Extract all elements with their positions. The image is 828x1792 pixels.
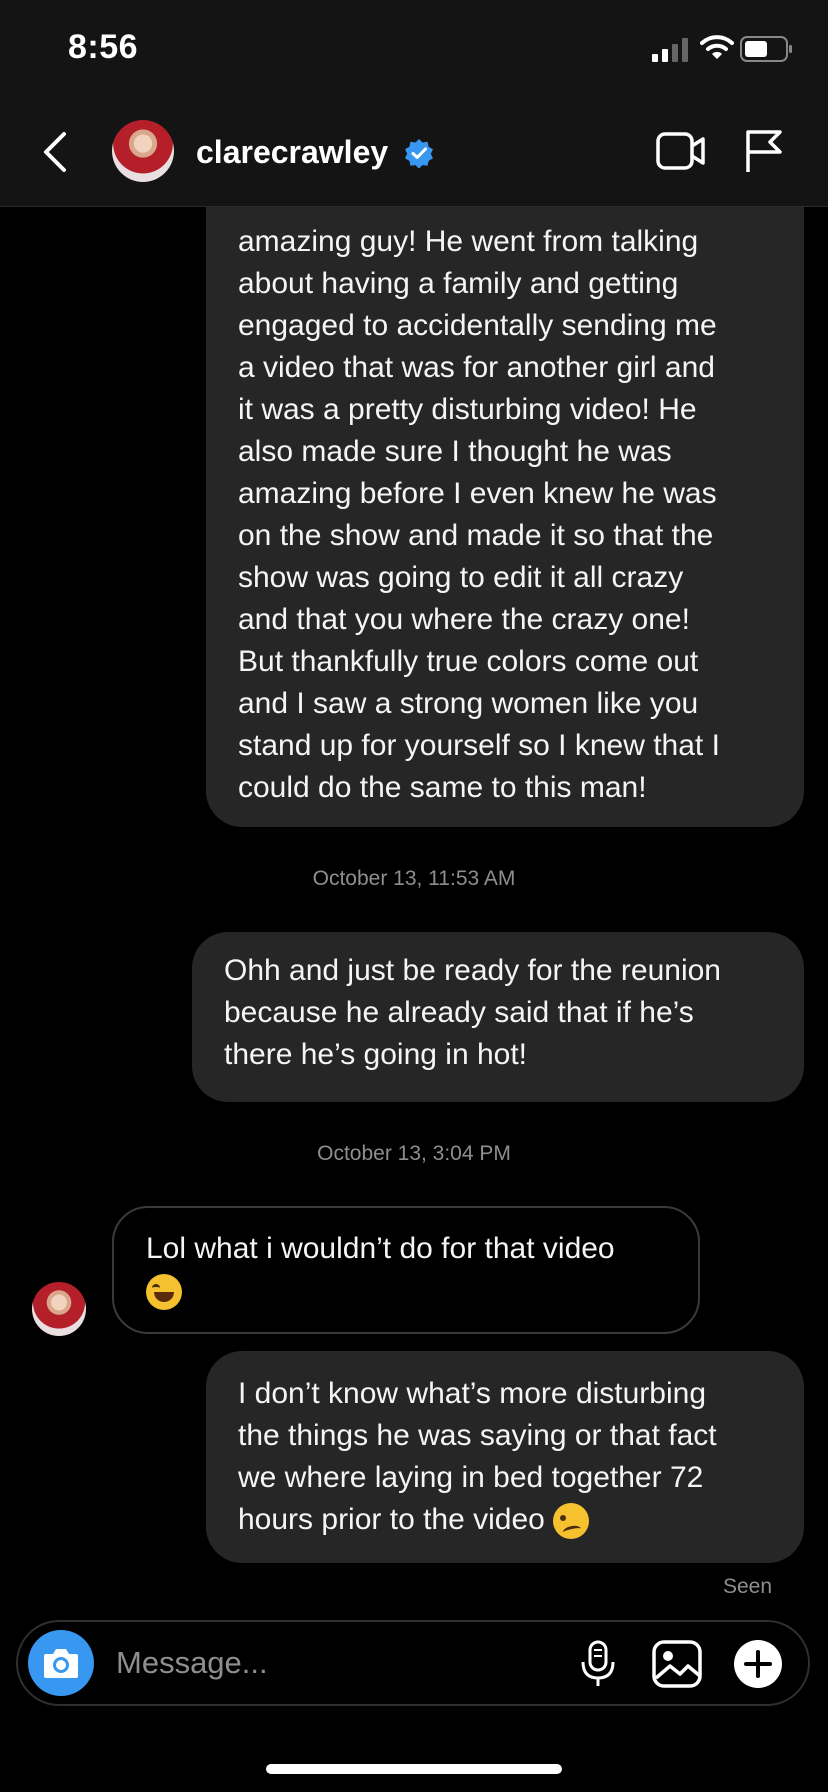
sender-avatar[interactable] — [32, 1282, 86, 1336]
contact-name[interactable]: clarecrawley — [196, 134, 388, 171]
camera-icon — [44, 1649, 78, 1678]
home-indicator[interactable] — [266, 1764, 562, 1774]
plus-icon — [744, 1650, 772, 1678]
video-call-icon[interactable] — [656, 130, 706, 172]
message-bubble-outgoing[interactable]: amazing guy! He went from talking about … — [206, 207, 804, 827]
message-text: Lol what i wouldn’t do for that video — [146, 1232, 615, 1265]
microphone-icon[interactable] — [580, 1640, 616, 1688]
message-thread[interactable]: amazing guy! He went from talking about … — [0, 207, 828, 1617]
avatar[interactable] — [112, 120, 174, 182]
battery-icon — [740, 36, 792, 62]
message-composer — [16, 1620, 810, 1706]
woozy-face-icon — [553, 1503, 590, 1540]
add-button[interactable] — [734, 1640, 782, 1688]
chevron-left-icon[interactable] — [40, 130, 70, 174]
status-bar: 8:56 — [0, 0, 828, 100]
status-time: 8:56 — [68, 28, 139, 66]
wifi-icon — [700, 35, 734, 59]
message-bubble-outgoing[interactable]: I don’t know what’s more disturbing the … — [206, 1351, 804, 1563]
chat-header: clarecrawley — [0, 100, 828, 207]
verified-badge-icon — [405, 139, 433, 168]
signal-icon — [652, 38, 688, 62]
message-bubble-incoming[interactable]: Lol what i wouldn’t do for that video — [112, 1206, 700, 1334]
message-text: Ohh and just be ready for the reunion be… — [224, 954, 721, 1071]
flag-icon[interactable] — [744, 128, 784, 174]
message-input[interactable] — [114, 1640, 498, 1686]
camera-button[interactable] — [28, 1630, 94, 1696]
gallery-icon[interactable] — [652, 1640, 702, 1688]
message-text: I don’t know what’s more disturbing the … — [238, 1377, 717, 1536]
message-text: amazing guy! He went from talking about … — [238, 225, 720, 804]
message-timestamp: October 13, 3:04 PM — [317, 1142, 511, 1165]
seen-status: Seen — [722, 1575, 772, 1598]
message-timestamp: October 13, 11:53 AM — [312, 867, 516, 890]
face-with-tears-of-joy-icon — [146, 1274, 182, 1311]
message-bubble-outgoing[interactable]: Ohh and just be ready for the reunion be… — [192, 932, 804, 1102]
